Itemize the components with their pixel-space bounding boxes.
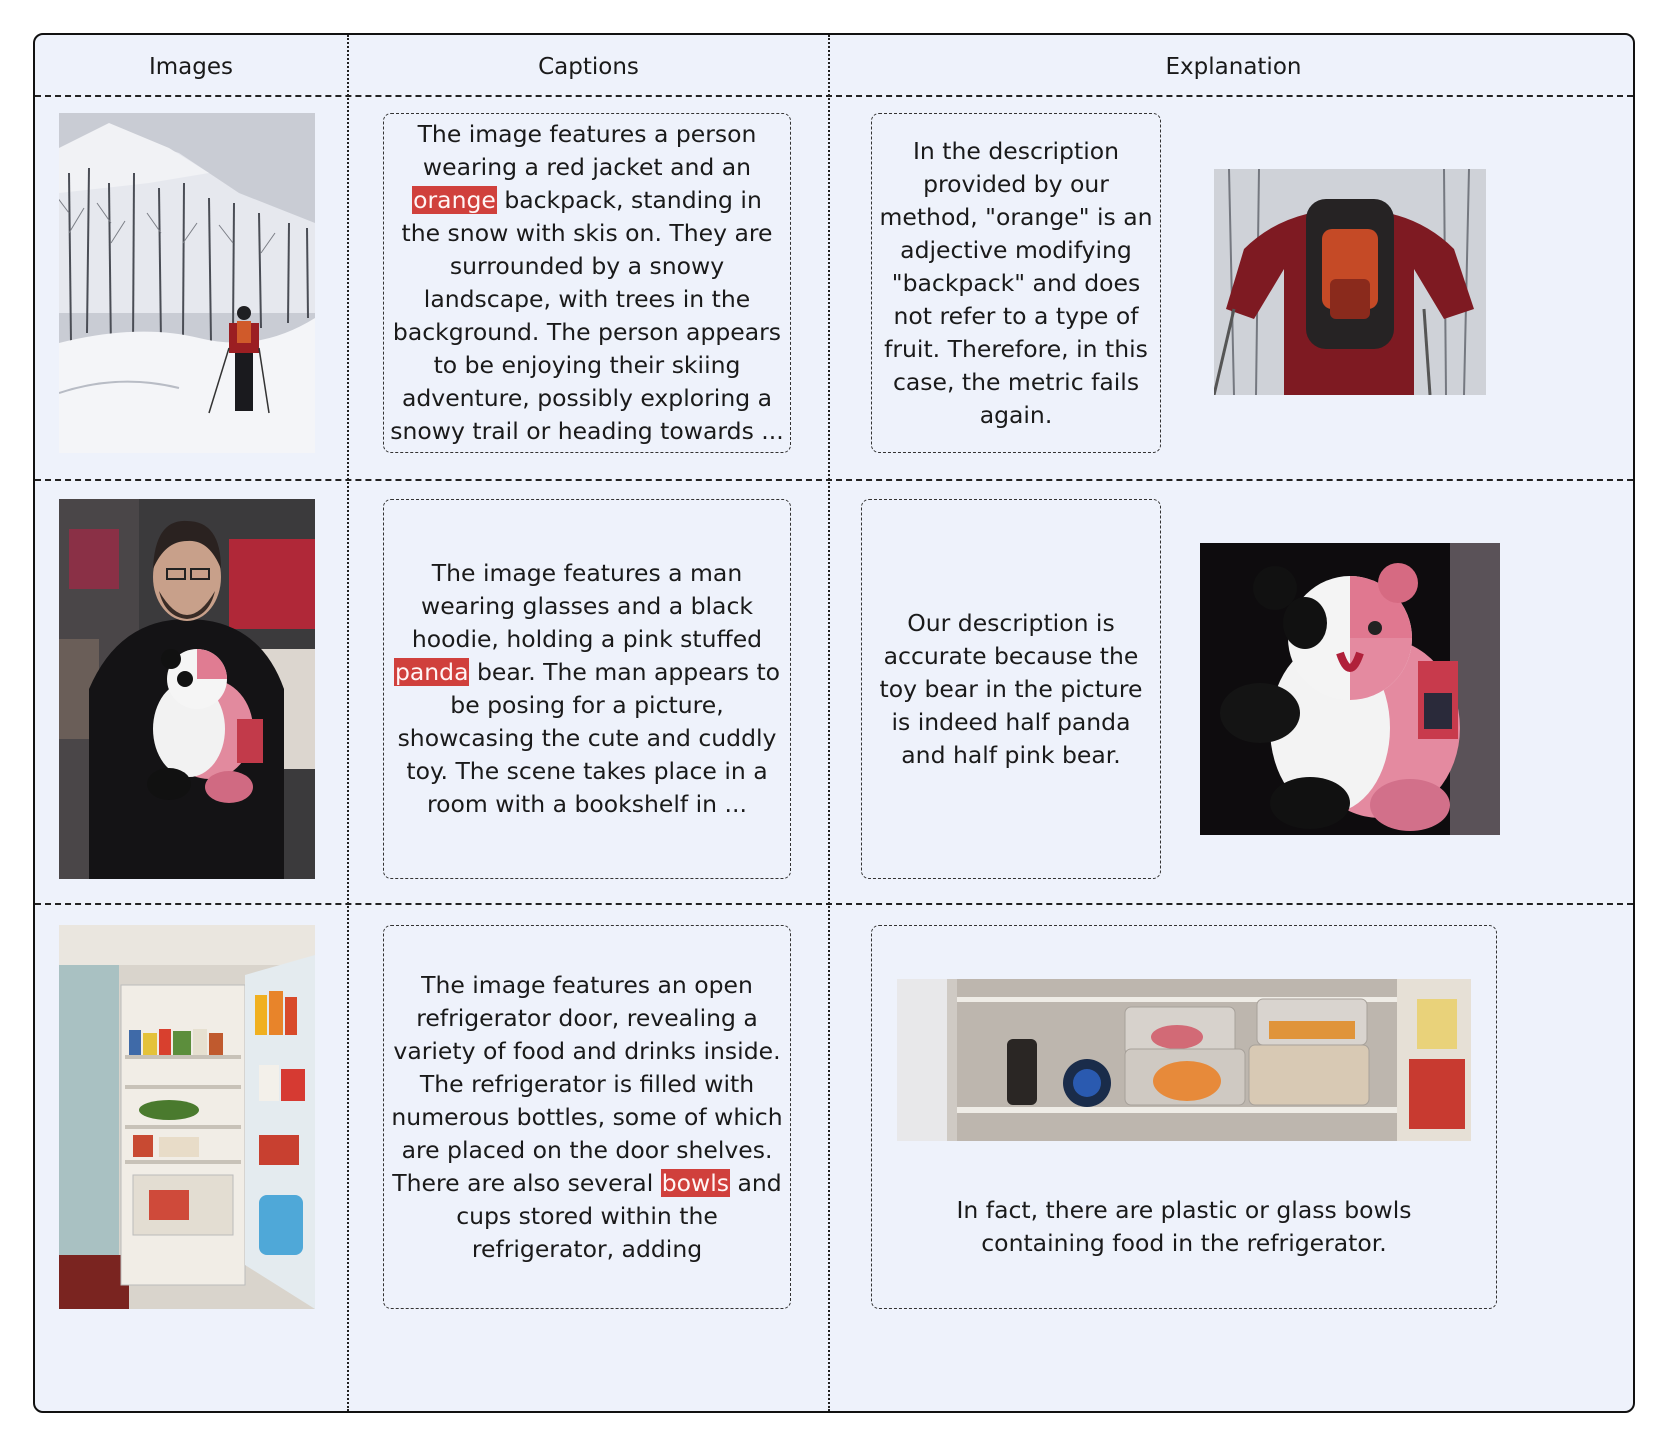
row-divider — [35, 479, 1633, 481]
hallucination-highlight: orange — [412, 186, 497, 214]
caption-box: The image features an open refrigerator … — [383, 925, 791, 1309]
explanation-box: In the description provided by our metho… — [871, 113, 1161, 453]
caption-box: The image features a person wearing a re… — [383, 113, 791, 453]
hallucination-highlight: panda — [393, 658, 470, 686]
header-images: Images — [148, 54, 233, 80]
fridge-bowls-crop-photo — [897, 979, 1471, 1141]
caption-text: The image features an open refrigerator … — [390, 969, 784, 1266]
caption-text: The image features a man wearing glasses… — [390, 557, 784, 821]
row-divider — [35, 903, 1633, 905]
caption-text-after: backpack, standing in the snow with skis… — [390, 186, 784, 445]
caption-text-before: The image features a man wearing glasses… — [411, 559, 763, 653]
refrigerator-photo — [59, 925, 315, 1309]
toy-bear-crop-photo — [1200, 543, 1500, 835]
skier-photo — [59, 113, 315, 453]
explanation-text: Our description is accurate because the … — [879, 608, 1143, 769]
hallucination-highlight: bowls — [660, 1168, 730, 1197]
column-divider — [347, 35, 349, 1411]
header-explanation: Explanation — [1165, 54, 1302, 80]
caption-text-before: The image features a person wearing a re… — [417, 120, 757, 181]
column-divider — [828, 35, 830, 1411]
explanation-text: In fact, there are plastic or glass bowl… — [956, 1196, 1412, 1257]
explanation-box: Our description is accurate because the … — [861, 499, 1161, 879]
caption-text-before: The image features an open refrigerator … — [391, 970, 783, 1197]
header-captions: Captions — [538, 54, 639, 80]
explanation-text: In the description provided by our metho… — [879, 136, 1153, 429]
backpack-crop-photo — [1214, 169, 1486, 395]
caption-box: The image features a man wearing glasses… — [383, 499, 791, 879]
comparison-table: Images Captions Explanation The image fe… — [33, 33, 1635, 1413]
man-with-toy-photo — [59, 499, 315, 879]
caption-text: The image features a person wearing a re… — [390, 118, 784, 448]
